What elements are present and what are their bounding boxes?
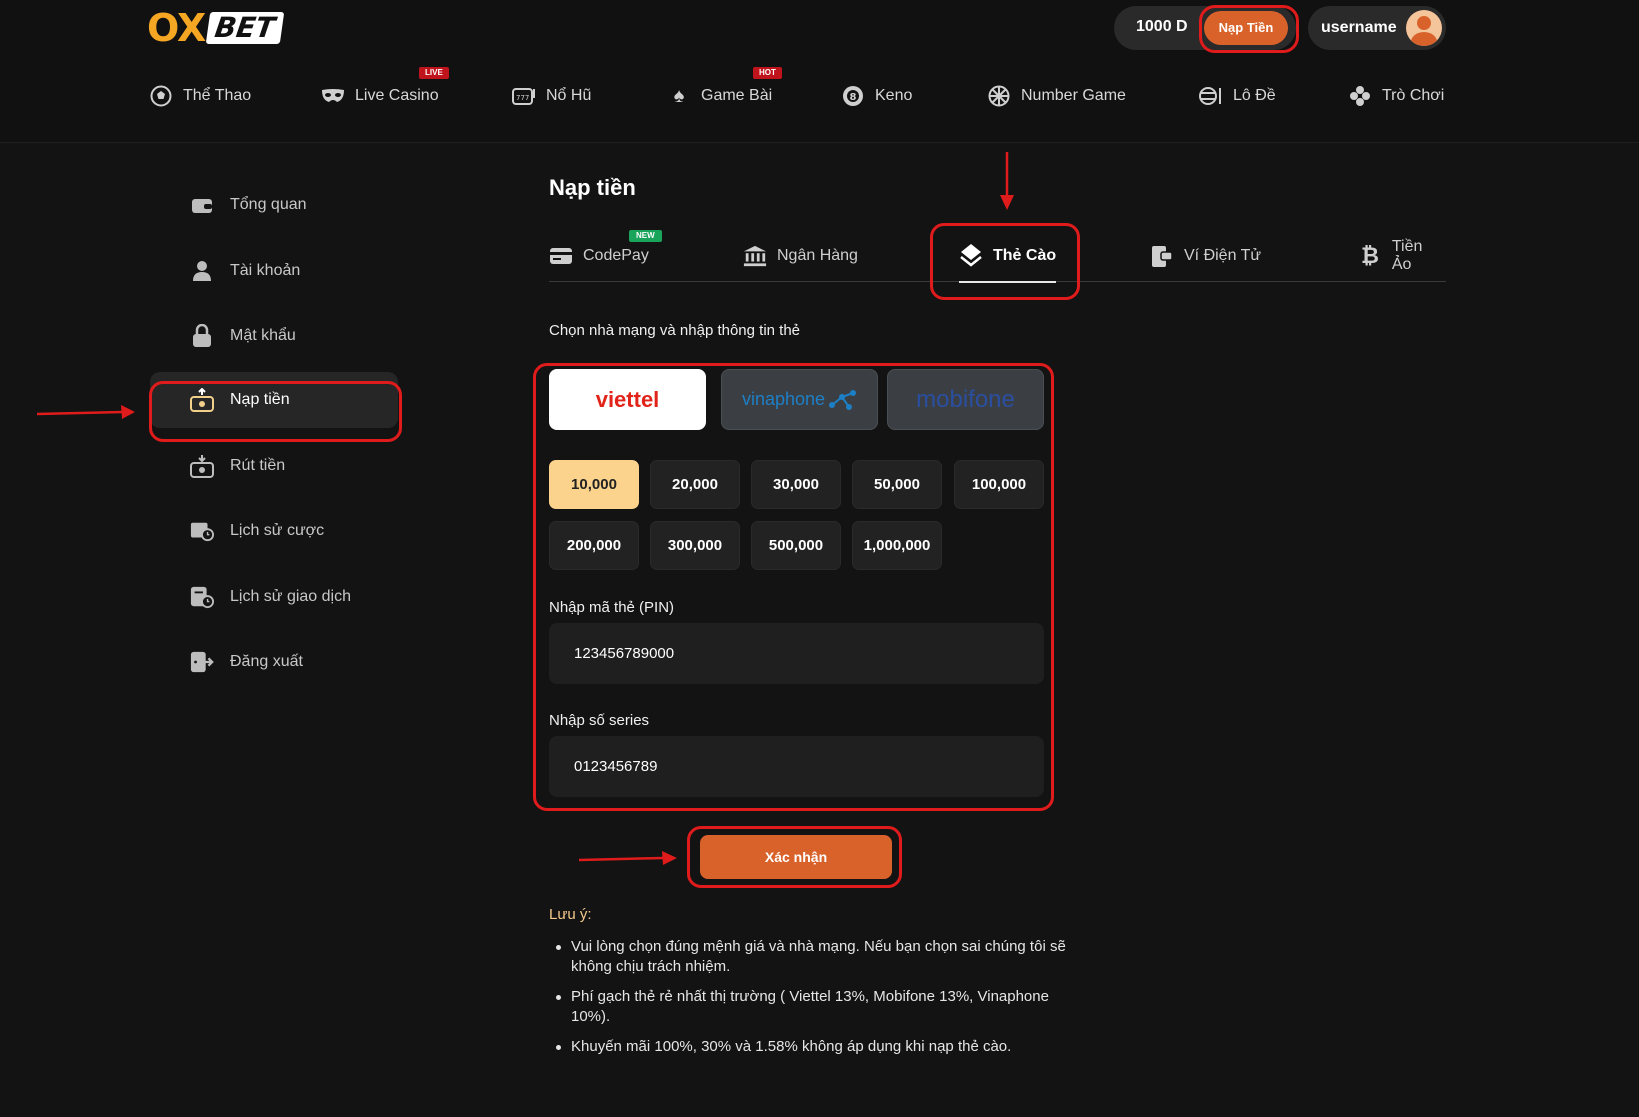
annotation-deposit-highlight xyxy=(1199,5,1299,53)
mask-icon xyxy=(321,84,345,108)
balance-amount: 1000 D xyxy=(1136,18,1188,35)
nav-label: Game Bài xyxy=(701,87,773,104)
tab-ngan-hang[interactable]: Ngân Hàng xyxy=(743,230,858,282)
sidebar-item-label: Rút tiền xyxy=(230,457,286,474)
lottery-icon xyxy=(1199,84,1223,108)
sidebar-item-label: Lịch sử cược xyxy=(230,522,325,539)
slot-machine-icon: 777 xyxy=(512,84,536,108)
ball-8-icon: 8 xyxy=(841,84,865,108)
sidebar-item-tai-khoan[interactable]: Tài khoản xyxy=(150,243,398,299)
bet-history-icon xyxy=(190,519,214,543)
note-item: Phí gạch thẻ rẻ nhất thị trường ( Viette… xyxy=(549,987,1069,1027)
sidebar-item-mat-khau[interactable]: Mật khẩu xyxy=(150,308,398,364)
nav-label: Thể Thao xyxy=(183,87,252,104)
note-title: Lưu ý: xyxy=(549,906,592,923)
nav-label: Nổ Hũ xyxy=(546,87,592,104)
nav-item-game-bai[interactable]: ♠ Game Bài HOT xyxy=(667,67,782,112)
nav-item-the-thao[interactable]: Thể Thao xyxy=(149,80,251,112)
nav-item-lo-de[interactable]: Lô Đề xyxy=(1199,80,1276,112)
annotation-arrow-confirm xyxy=(578,851,677,865)
tab-vi-dien-tu[interactable]: Ví Điện Tử xyxy=(1150,230,1261,282)
logo[interactable]: OX BET xyxy=(147,6,285,50)
nav-item-number-game[interactable]: Number Game xyxy=(987,80,1126,112)
logo-ox: OX xyxy=(147,6,206,50)
logo-bet: BET xyxy=(206,11,285,44)
tab-label: Ngân Hàng xyxy=(777,247,858,264)
notes-list: Vui lòng chọn đúng mệnh giá và nhà mạng.… xyxy=(549,937,1069,1067)
annotation-sidebar-highlight xyxy=(149,381,402,442)
nav-label: Trò Chơi xyxy=(1382,87,1445,104)
sidebar-item-tong-quan[interactable]: Tổng quan xyxy=(150,177,398,233)
sidebar-item-label: Mật khẩu xyxy=(230,327,296,344)
bank-icon xyxy=(743,244,767,268)
nav-label: Lô Đề xyxy=(1233,87,1276,104)
annotation-confirm-highlight xyxy=(687,826,902,888)
nav-item-live-casino[interactable]: Live Casino LIVE xyxy=(321,67,449,112)
nav-item-tro-choi[interactable]: Trò Chơi xyxy=(1348,80,1444,112)
nav-label: Number Game xyxy=(1021,87,1126,104)
gamepad-icon xyxy=(1348,84,1372,108)
card-icon xyxy=(549,244,573,268)
svg-text:8: 8 xyxy=(850,92,857,103)
note-item: Khuyến mãi 100%, 30% và 1.58% không áp d… xyxy=(549,1037,1069,1057)
annotation-tab-highlight xyxy=(930,223,1080,300)
bitcoin-icon: ₿ xyxy=(1360,243,1379,268)
sidebar-item-label: Đăng xuất xyxy=(230,653,303,670)
carrier-instruction: Chọn nhà mạng và nhập thông tin thẻ xyxy=(549,322,801,339)
wallet-icon xyxy=(190,193,214,217)
sidebar-item-label: Tài khoản xyxy=(230,262,301,279)
annotation-form-highlight xyxy=(533,363,1054,811)
sidebar-item-rut-tien[interactable]: Rút tiền xyxy=(150,438,398,494)
soccer-ball-icon xyxy=(149,84,173,108)
page-title: Nạp tiền xyxy=(549,175,636,200)
avatar[interactable] xyxy=(1406,10,1442,46)
tab-label: CodePay xyxy=(583,247,649,264)
live-badge: LIVE xyxy=(419,67,449,79)
tab-codepay[interactable]: CodePay NEW xyxy=(549,230,662,282)
sidebar-item-label: Lịch sử giao dịch xyxy=(230,588,351,605)
annotation-arrow-tab xyxy=(1000,152,1014,210)
withdraw-icon xyxy=(190,454,214,478)
nav-label: Keno xyxy=(875,87,913,104)
wheel-icon xyxy=(987,84,1011,108)
main-nav: Thể Thao Live Casino LIVE 777 Nổ Hũ ♠ Ga… xyxy=(149,67,1447,112)
logout-icon xyxy=(190,650,214,674)
user-menu[interactable]: username xyxy=(1308,6,1446,50)
transaction-history-icon xyxy=(190,585,214,609)
spade-icon: ♠ xyxy=(673,84,685,107)
e-wallet-icon xyxy=(1150,244,1174,268)
sidebar-item-dang-xuat[interactable]: Đăng xuất xyxy=(150,634,398,690)
note-item: Vui lòng chọn đúng mệnh giá và nhà mạng.… xyxy=(549,937,1069,977)
sidebar-item-lich-su-cuoc[interactable]: Lịch sử cược xyxy=(150,503,398,559)
annotation-arrow-sidebar xyxy=(36,405,135,419)
sidebar-item-label: Tổng quan xyxy=(230,196,307,213)
username: username xyxy=(1321,19,1397,36)
user-icon xyxy=(190,259,214,283)
sidebar-item-lich-su-giao-dich[interactable]: Lịch sử giao dịch xyxy=(150,569,398,625)
tab-tien-ao[interactable]: ₿ Tiền Ảo xyxy=(1358,230,1446,282)
nav-item-keno[interactable]: 8 Keno xyxy=(841,80,912,112)
new-badge: NEW xyxy=(629,230,662,242)
nav-item-no-hu[interactable]: 777 Nổ Hũ xyxy=(512,80,591,112)
tab-label: Tiền Ảo xyxy=(1391,238,1423,273)
lock-icon xyxy=(190,324,214,348)
tab-label: Ví Điện Tử xyxy=(1184,247,1262,264)
nav-label: Live Casino xyxy=(355,87,439,104)
top-header: OX BET 1000 D Nạp Tiền username Thể Thao… xyxy=(0,0,1639,143)
hot-badge: HOT xyxy=(753,67,782,79)
svg-text:777: 777 xyxy=(516,94,529,102)
